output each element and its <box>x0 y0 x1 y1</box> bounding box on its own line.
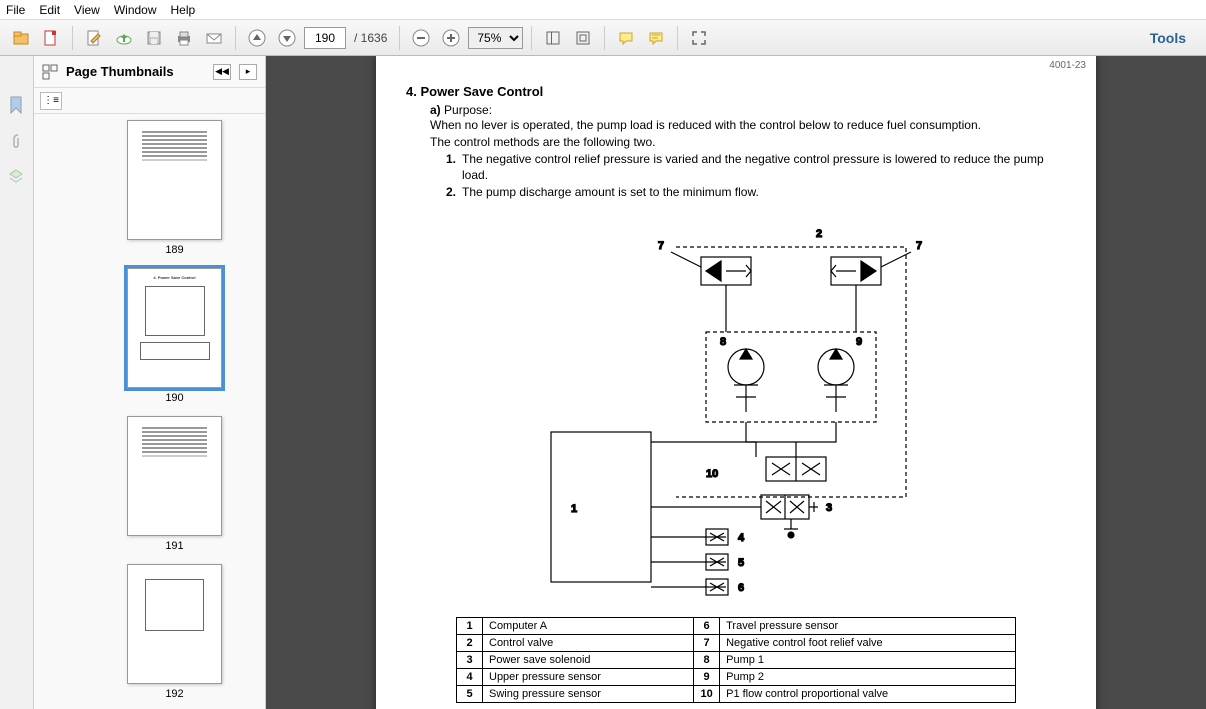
fit-width-icon[interactable] <box>540 25 566 51</box>
menu-view[interactable]: View <box>74 3 100 17</box>
fullscreen-icon[interactable] <box>686 25 712 51</box>
thumb-192[interactable]: 192 <box>84 564 265 700</box>
page-up-icon[interactable] <box>244 25 270 51</box>
thumbnails-title: Page Thumbnails <box>66 64 205 79</box>
svg-text:5: 5 <box>738 557 744 569</box>
numbered-list: 1.The negative control relief pressure i… <box>446 151 1066 201</box>
paragraph-1: When no lever is operated, the pump load… <box>430 117 1066 134</box>
menu-edit[interactable]: Edit <box>39 3 60 17</box>
svg-text:7: 7 <box>658 240 664 252</box>
highlight-icon[interactable] <box>643 25 669 51</box>
table-row: 1Computer A6Travel pressure sensor <box>457 617 1016 634</box>
menu-window[interactable]: Window <box>114 3 157 17</box>
collapse-panel-button[interactable]: ◀◀ <box>213 64 231 80</box>
zoom-out-icon[interactable] <box>408 25 434 51</box>
table-row: 5Swing pressure sensor10P1 flow control … <box>457 685 1016 702</box>
document-viewer[interactable]: 4001-23 4. Power Save Control a) Purpose… <box>266 56 1206 709</box>
table-row: 3Power save solenoid8Pump 1 <box>457 651 1016 668</box>
svg-text:4: 4 <box>738 532 745 544</box>
svg-text:10: 10 <box>706 468 718 480</box>
thumbnail-options-button[interactable]: ⋮≡ <box>40 92 62 110</box>
thumb-190[interactable]: 4. Power Save Control 190 <box>84 268 265 404</box>
save-icon[interactable] <box>141 25 167 51</box>
menu-bar: File Edit View Window Help <box>0 0 1206 20</box>
print-icon[interactable] <box>171 25 197 51</box>
attachment-icon[interactable] <box>8 132 26 150</box>
page-number-input[interactable] <box>304 27 346 49</box>
panel-menu-button[interactable]: ▸ <box>239 64 257 80</box>
tools-link[interactable]: Tools <box>1150 30 1186 46</box>
page-total-label: / 1636 <box>354 31 387 45</box>
svg-text:2: 2 <box>816 228 822 240</box>
section-title: 4. Power Save Control <box>406 84 1066 99</box>
svg-text:7: 7 <box>916 240 922 252</box>
create-pdf-icon[interactable] <box>38 25 64 51</box>
open-file-icon[interactable] <box>8 25 34 51</box>
thumbnails-panel: Page Thumbnails ◀◀ ▸ ⋮≡ 189 4. Power Sav… <box>34 56 266 709</box>
bookmark-icon[interactable] <box>8 96 26 114</box>
nav-icon-column <box>0 56 34 709</box>
edit-icon[interactable] <box>81 25 107 51</box>
table-row: 4Upper pressure sensor9Pump 2 <box>457 668 1016 685</box>
thumbnails-list[interactable]: 189 4. Power Save Control 190 191 192 <box>34 114 265 709</box>
table-row: 2Control valve7Negative control foot rel… <box>457 634 1016 651</box>
menu-file[interactable]: File <box>6 3 25 17</box>
page-corner-label: 4001-23 <box>1049 60 1086 71</box>
thumb-189[interactable]: 189 <box>84 120 265 256</box>
hydraulic-diagram: 2 7 7 <box>496 217 976 607</box>
svg-text:8: 8 <box>720 336 726 348</box>
svg-text:3: 3 <box>826 502 832 514</box>
page-down-icon[interactable] <box>274 25 300 51</box>
layers-icon[interactable] <box>8 168 26 186</box>
comment-icon[interactable] <box>613 25 639 51</box>
menu-help[interactable]: Help <box>171 3 196 17</box>
email-icon[interactable] <box>201 25 227 51</box>
fit-page-icon[interactable] <box>570 25 596 51</box>
thumb-191[interactable]: 191 <box>84 416 265 552</box>
cloud-upload-icon[interactable] <box>111 25 137 51</box>
zoom-select[interactable]: 75% <box>468 27 523 49</box>
svg-text:6: 6 <box>738 582 744 594</box>
svg-text:9: 9 <box>856 336 862 348</box>
subsection-a: a) Purpose: <box>430 103 1066 117</box>
pdf-page: 4001-23 4. Power Save Control a) Purpose… <box>376 56 1096 709</box>
svg-text:1: 1 <box>571 503 577 515</box>
paragraph-2: The control methods are the following tw… <box>430 134 1066 151</box>
zoom-in-icon[interactable] <box>438 25 464 51</box>
toolbar: / 1636 75% Tools <box>0 20 1206 56</box>
legend-table: 1Computer A6Travel pressure sensor 2Cont… <box>456 617 1016 703</box>
thumbnails-icon <box>42 64 58 80</box>
